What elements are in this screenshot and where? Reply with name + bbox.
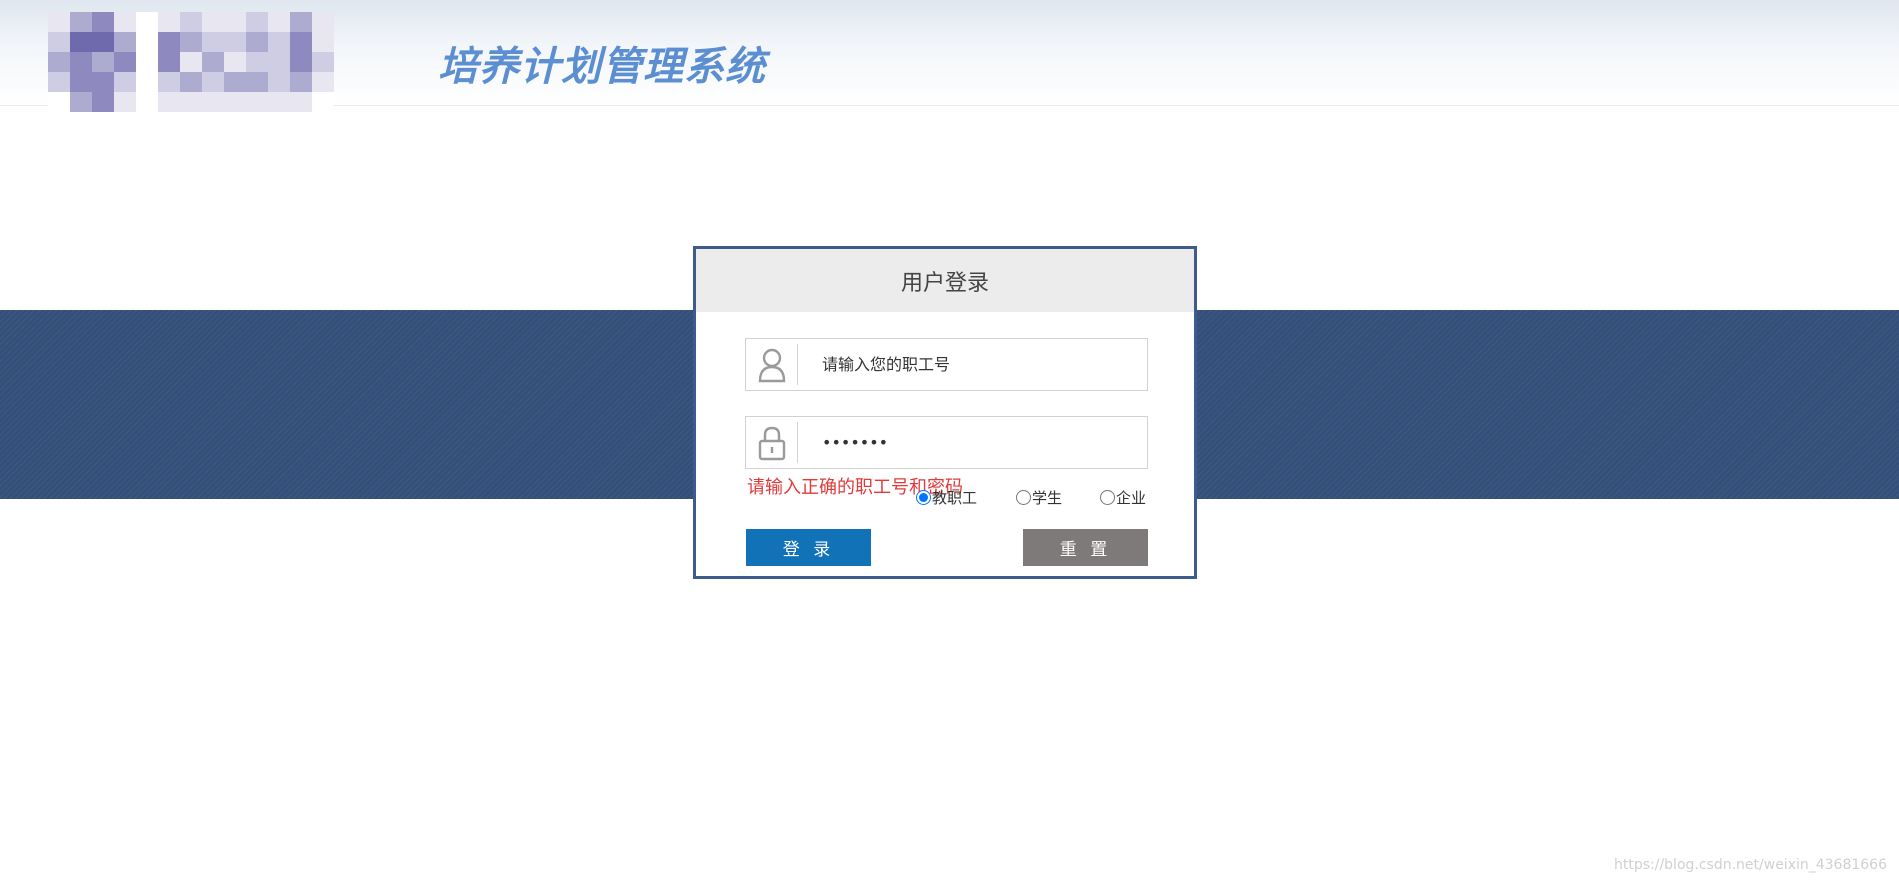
logo-pixel (224, 92, 246, 112)
logo-pixel (290, 92, 312, 112)
logo-pixel (114, 92, 136, 112)
logo-pixel (202, 52, 224, 72)
logo-pixel (268, 92, 290, 112)
login-button[interactable]: 登 录 (746, 529, 871, 566)
logo-pixel (290, 72, 312, 92)
logo-pixel (136, 52, 158, 72)
logo-pixel (268, 72, 290, 92)
role-label-enterprise: 企业 (1116, 489, 1147, 507)
logo-pixel (70, 92, 92, 112)
role-radio-staff[interactable] (916, 490, 931, 505)
username-field[interactable] (745, 338, 1148, 391)
logo-pixel (48, 32, 70, 52)
login-panel: 用户登录 请输入正确的职工号和密码 (693, 246, 1197, 579)
logo-pixel (158, 72, 180, 92)
logo-pixel (202, 92, 224, 112)
logo-pixel (202, 12, 224, 32)
role-label-student: 学生 (1032, 489, 1063, 507)
logo-pixel (92, 32, 114, 52)
role-radio-enterprise[interactable] (1100, 490, 1115, 505)
role-label-staff: 教职工 (932, 489, 978, 507)
logo-pixel (114, 32, 136, 52)
logo-pixel (70, 12, 92, 32)
lock-icon (746, 422, 798, 463)
role-selector: 教职工 学生 企业 (916, 487, 1156, 511)
logo-pixel (290, 52, 312, 72)
logo-pixel (158, 32, 180, 52)
role-option-student[interactable]: 学生 (1016, 487, 1062, 508)
password-input[interactable] (798, 417, 1147, 468)
logo-pixel (114, 72, 136, 92)
logo-pixel (224, 12, 246, 32)
logo-pixel (268, 32, 290, 52)
logo-pixel (158, 52, 180, 72)
logo-pixel (158, 12, 180, 32)
logo-pixel (136, 32, 158, 52)
logo (48, 12, 428, 116)
logo-pixel (48, 92, 70, 112)
logo-pixel (114, 52, 136, 72)
role-radio-student[interactable] (1016, 490, 1031, 505)
logo-pixel (48, 12, 70, 32)
logo-pixel (312, 12, 334, 32)
logo-pixel (48, 72, 70, 92)
role-option-enterprise[interactable]: 企业 (1100, 487, 1146, 508)
logo-pixel (312, 52, 334, 72)
username-input[interactable] (798, 339, 1147, 390)
logo-pixel (92, 92, 114, 112)
watermark: https://blog.csdn.net/weixin_43681666 (1613, 857, 1887, 873)
logo-pixel (202, 32, 224, 52)
logo-pixel (180, 72, 202, 92)
logo-pixel (246, 52, 268, 72)
logo-pixel (312, 92, 334, 112)
logo-pixel (246, 12, 268, 32)
logo-pixel (70, 52, 92, 72)
logo-pixel (246, 32, 268, 52)
logo-pixel (92, 52, 114, 72)
logo-pixel (246, 72, 268, 92)
logo-pixel (180, 52, 202, 72)
logo-pixel (224, 72, 246, 92)
logo-pixel (180, 92, 202, 112)
logo-pixel (202, 72, 224, 92)
system-title: 培养计划管理系统 (438, 44, 766, 90)
logo-pixel (224, 32, 246, 52)
logo-pixel (290, 32, 312, 52)
logo-pixel (268, 12, 290, 32)
logo-pixel (290, 12, 312, 32)
logo-pixel (268, 52, 290, 72)
user-icon (746, 344, 798, 385)
reset-button[interactable]: 重 置 (1023, 529, 1148, 566)
logo-pixel (136, 72, 158, 92)
header: 培养计划管理系统 (0, 0, 1899, 112)
login-panel-title: 用户登录 (696, 249, 1194, 312)
logo-pixel (246, 92, 268, 112)
logo-pixel (48, 52, 70, 72)
logo-pixel (70, 32, 92, 52)
logo-pixel (180, 12, 202, 32)
role-option-staff[interactable]: 教职工 (916, 487, 977, 508)
logo-pixel (114, 12, 136, 32)
logo-pixel (136, 12, 158, 32)
logo-pixel (312, 32, 334, 52)
logo-pixel (158, 92, 180, 112)
logo-pixel (136, 92, 158, 112)
login-page: 培养计划管理系统 用户登录 请输入正确的职工号和密 (0, 0, 1899, 881)
password-field[interactable] (745, 416, 1148, 469)
logo-pixel (70, 72, 92, 92)
logo-pixel (92, 12, 114, 32)
logo-pixel (224, 52, 246, 72)
logo-pixel (312, 72, 334, 92)
logo-pixel (180, 32, 202, 52)
logo-pixel (92, 72, 114, 92)
